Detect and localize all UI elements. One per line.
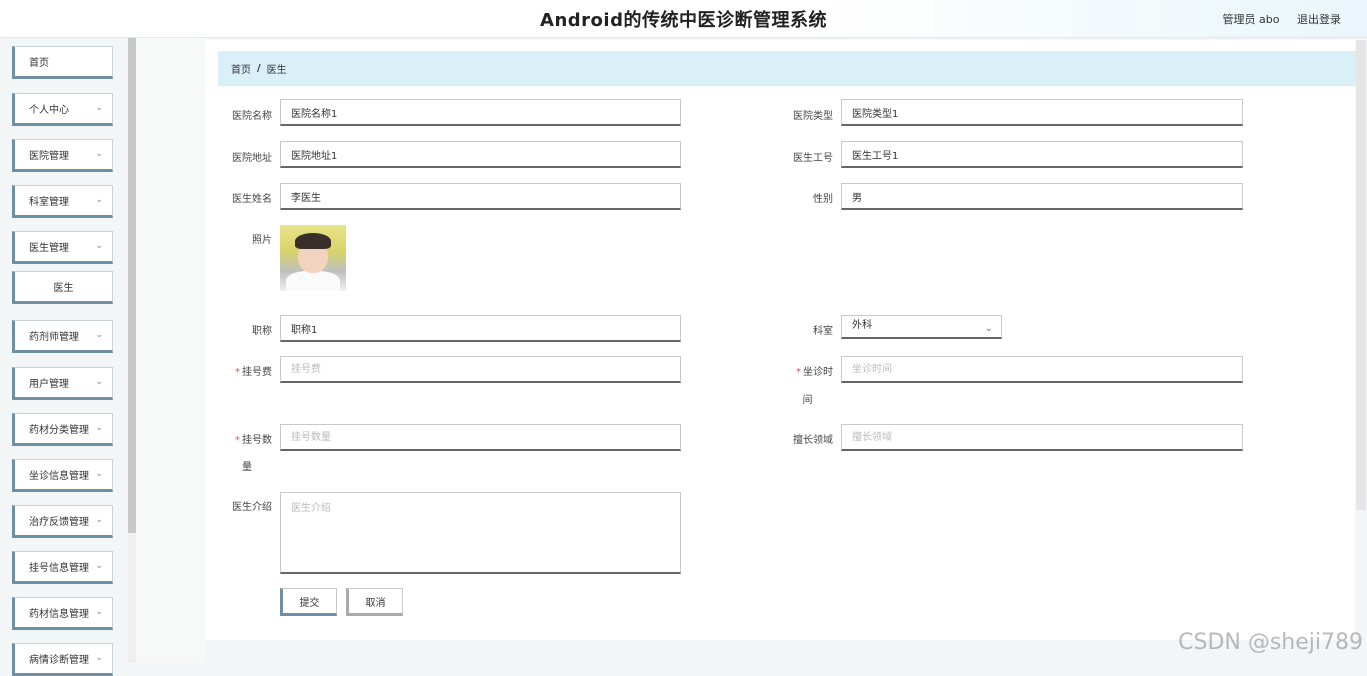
department-selected-value: 外科: [852, 320, 872, 331]
hospital-type-label: 医院类型: [782, 107, 833, 122]
sidebar-item-registration-info-management[interactable]: 挂号信息管理 ⌄: [12, 551, 113, 584]
sidebar-item-home[interactable]: 首页: [12, 46, 113, 79]
chevron-down-icon: ⌄: [95, 330, 103, 340]
hospital-name-field[interactable]: [280, 99, 681, 126]
title-label: 职称: [222, 322, 272, 337]
user-area: 管理员 abo 退出登录: [1209, 11, 1341, 27]
sidebar-item-label: 药材信息管理: [29, 605, 89, 620]
clinic-time-label-wrap: 间: [782, 391, 833, 406]
doctor-photo[interactable]: [280, 225, 346, 291]
hospital-name-label: 医院名称: [222, 107, 272, 122]
specialty-field[interactable]: [841, 424, 1243, 451]
breadcrumb: 首页 / 医生: [218, 51, 1356, 86]
sidebar-item-label: 个人中心: [29, 101, 69, 116]
sidebar-item-personal-center[interactable]: 个人中心 ⌄: [12, 93, 113, 126]
sidebar-item-diagnosis-management[interactable]: 病情诊断管理 ⌄: [12, 643, 113, 676]
sidebar-item-department-management[interactable]: 科室管理 ⌄: [12, 185, 113, 218]
photo-body-shape: [286, 271, 340, 291]
sidebar-item-label: 医院管理: [29, 147, 69, 162]
user-label: 管理员 abo: [1223, 13, 1280, 26]
clinic-time-label: *坐诊时: [782, 363, 833, 378]
sidebar-item-label: 病情诊断管理: [29, 651, 89, 666]
chevron-down-icon: ⌄: [95, 195, 103, 205]
chevron-down-icon: ⌄: [95, 607, 103, 617]
doctor-id-field[interactable]: [841, 141, 1243, 168]
doctor-id-label: 医生工号: [782, 149, 833, 164]
chevron-down-icon: ⌄: [95, 469, 103, 479]
breadcrumb-current: 医生: [267, 61, 287, 76]
introduction-textarea[interactable]: [280, 492, 681, 574]
sidebar-item-label: 科室管理: [29, 193, 69, 208]
breadcrumb-separator: /: [257, 63, 261, 74]
sidebar-scrollbar[interactable]: [128, 38, 136, 533]
chevron-down-icon: ⌄: [95, 377, 103, 387]
sidebar-item-label: 治疗反馈管理: [29, 513, 89, 528]
registration-count-label-wrap: 量: [222, 458, 272, 473]
department-select[interactable]: 外科 ⌄: [841, 315, 1002, 339]
required-mark: *: [796, 367, 801, 378]
chevron-down-icon: ⌄: [95, 653, 103, 663]
sidebar-item-label: 药材分类管理: [29, 421, 89, 436]
page-scrollbar[interactable]: [1356, 40, 1366, 510]
content-gutter: [136, 38, 205, 663]
app-title: Android的传统中医诊断管理系统: [0, 6, 1367, 32]
sidebar-subitem-doctor[interactable]: 医生: [12, 271, 113, 304]
clinic-time-field[interactable]: [841, 356, 1243, 383]
hospital-type-field[interactable]: [841, 99, 1243, 126]
registration-fee-field[interactable]: [280, 356, 681, 383]
chevron-down-icon: ⌄: [95, 241, 103, 251]
sidebar-item-user-management[interactable]: 用户管理 ⌄: [12, 367, 113, 400]
sidebar-item-label: 医生管理: [29, 239, 69, 254]
specialty-label: 擅长领域: [782, 431, 833, 446]
registration-count-field[interactable]: [280, 424, 681, 451]
hospital-address-field[interactable]: [280, 141, 681, 168]
cancel-button[interactable]: 取消: [346, 588, 403, 616]
sidebar-item-pharmacist-management[interactable]: 药剂师管理 ⌄: [12, 320, 113, 353]
department-label: 科室: [782, 322, 833, 337]
registration-fee-label-text: 挂号费: [242, 367, 272, 378]
logout-link[interactable]: 退出登录: [1297, 13, 1341, 26]
sidebar-item-label: 用户管理: [29, 375, 69, 390]
submit-button[interactable]: 提交: [280, 588, 337, 616]
sidebar-item-label: 挂号信息管理: [29, 559, 89, 574]
top-bar: Android的传统中医诊断管理系统 管理员 abo 退出登录: [0, 0, 1367, 38]
chevron-down-icon: ⌄: [95, 149, 103, 159]
doctor-name-field[interactable]: [280, 183, 681, 210]
hospital-address-label: 医院地址: [222, 149, 272, 164]
sidebar-item-herb-info-management[interactable]: 药材信息管理 ⌄: [12, 597, 113, 630]
breadcrumb-home[interactable]: 首页: [231, 61, 251, 76]
required-mark: *: [235, 435, 240, 446]
registration-count-label-text: 挂号数: [242, 435, 272, 446]
sidebar-item-label: 医生: [54, 279, 74, 294]
gender-label: 性别: [782, 190, 833, 205]
sidebar-item-label: 坐诊信息管理: [29, 467, 89, 482]
chevron-down-icon: ⌄: [95, 515, 103, 525]
chevron-down-icon: ⌄: [95, 561, 103, 571]
gender-field[interactable]: [841, 183, 1243, 210]
required-mark: *: [235, 367, 240, 378]
watermark: CSDN @sheji789: [1178, 630, 1363, 655]
registration-fee-label: *挂号费: [222, 363, 272, 378]
doctor-name-label: 医生姓名: [222, 190, 272, 205]
sidebar-item-hospital-management[interactable]: 医院管理 ⌄: [12, 139, 113, 172]
sidebar-item-label: 药剂师管理: [29, 328, 79, 343]
sidebar-item-clinic-info-management[interactable]: 坐诊信息管理 ⌄: [12, 459, 113, 492]
photo-hair-shape: [295, 233, 331, 249]
sidebar-item-doctor-management[interactable]: 医生管理 ⌄: [12, 231, 113, 264]
sidebar-item-treatment-feedback-management[interactable]: 治疗反馈管理 ⌄: [12, 505, 113, 538]
introduction-label: 医生介绍: [222, 498, 272, 513]
sidebar-item-label: 首页: [29, 54, 49, 69]
title-field[interactable]: [280, 315, 681, 342]
chevron-down-icon: ⌄: [985, 319, 993, 339]
registration-count-label: *挂号数: [222, 431, 272, 446]
chevron-down-icon: ⌄: [95, 103, 103, 113]
sidebar-item-herb-category-management[interactable]: 药材分类管理 ⌄: [12, 413, 113, 446]
chevron-down-icon: ⌄: [95, 423, 103, 433]
photo-label: 照片: [222, 231, 272, 246]
clinic-time-label-text: 坐诊时: [803, 367, 833, 378]
